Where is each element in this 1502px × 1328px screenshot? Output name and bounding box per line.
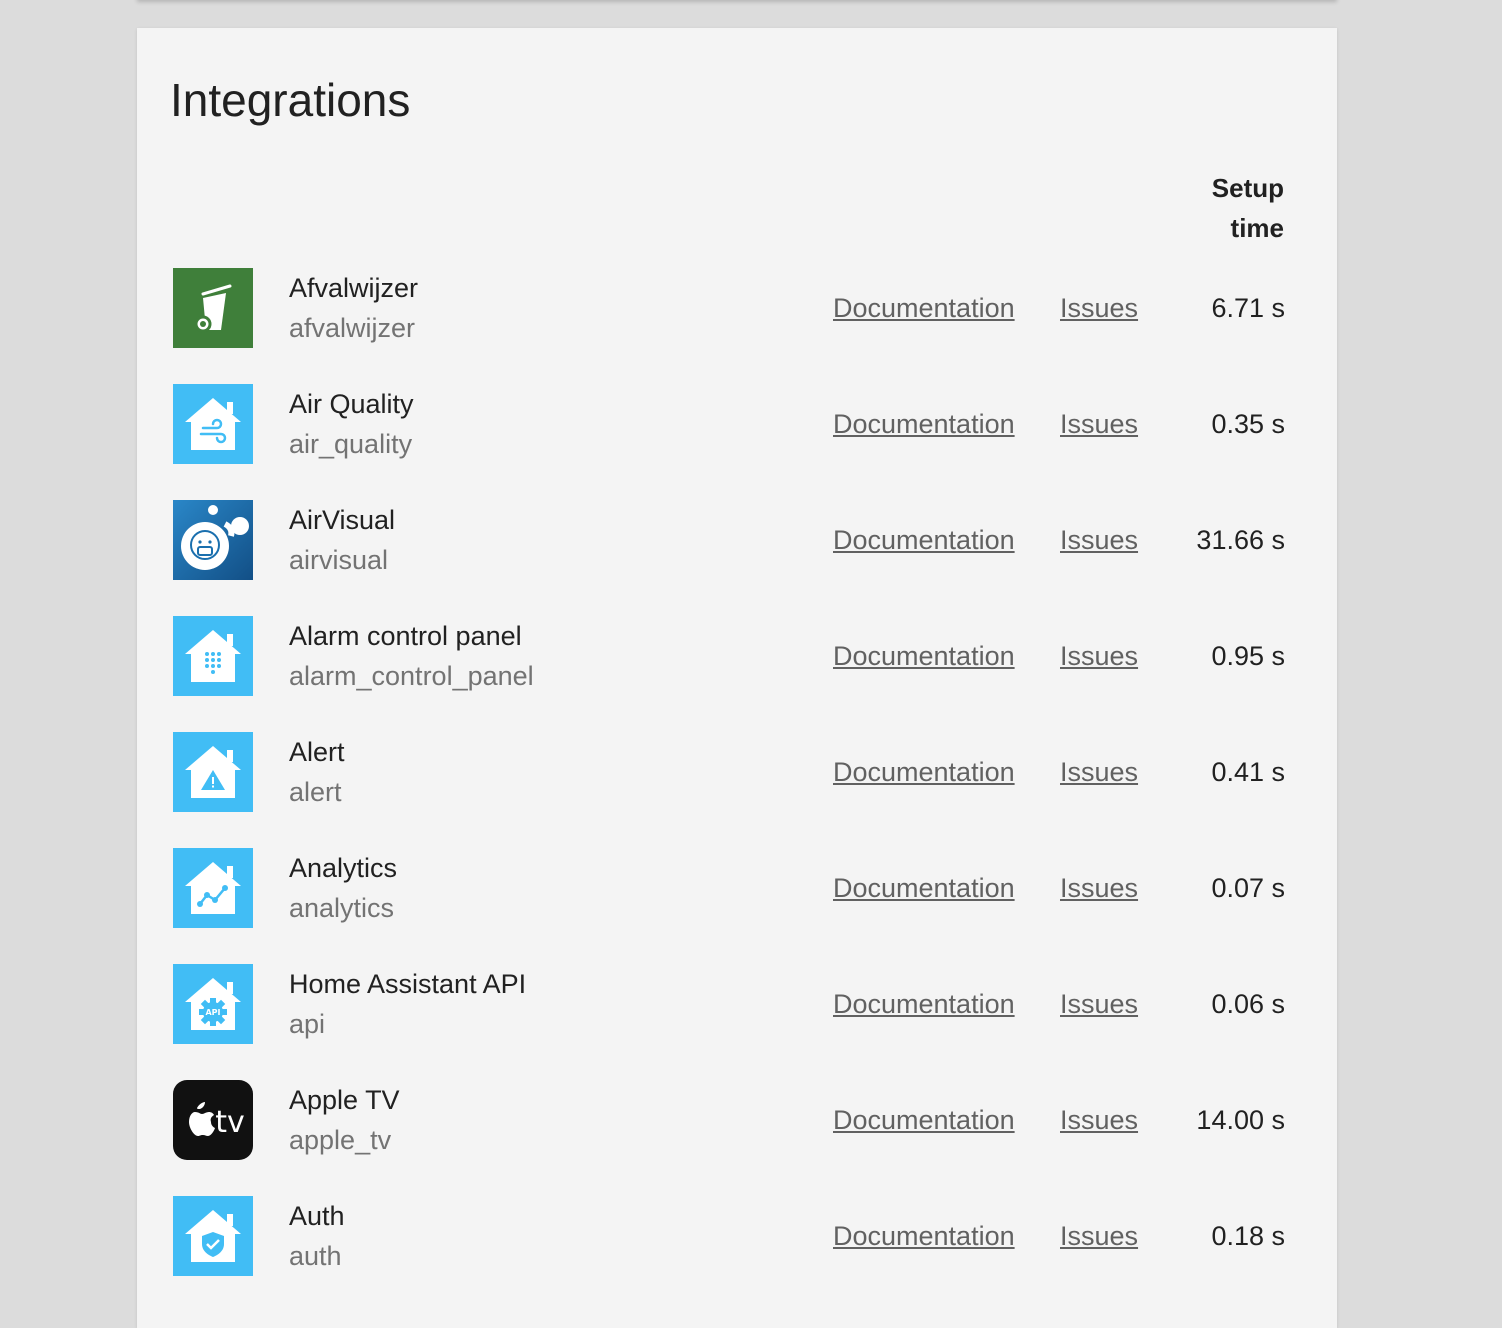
- integration-domain: alarm_control_panel: [289, 661, 534, 691]
- issues-link[interactable]: Issues: [1060, 1218, 1138, 1254]
- integration-row-alarm-control-panel: Alarm control panel alarm_control_panel …: [173, 616, 1301, 732]
- apple-tv-icon: tv: [173, 1080, 253, 1160]
- integration-domain: analytics: [289, 893, 395, 923]
- documentation-link[interactable]: Documentation: [833, 522, 1015, 558]
- documentation-link[interactable]: Documentation: [833, 754, 1015, 790]
- integration-domain: air_quality: [289, 429, 413, 459]
- integration-row-api: API Home Assistant API api Documentation…: [173, 964, 1301, 1080]
- issues-link[interactable]: Issues: [1060, 638, 1138, 674]
- integration-domain: airvisual: [289, 545, 389, 575]
- integration-domain: api: [289, 1009, 326, 1039]
- home-keypad-icon: [173, 616, 253, 696]
- integration-name: Air Quality: [289, 389, 414, 419]
- issues-link[interactable]: Issues: [1060, 754, 1138, 790]
- integration-row-apple-tv: tv Apple TV apple_tv Documentation Issue…: [173, 1080, 1301, 1196]
- home-alert-icon: [173, 732, 253, 812]
- home-shield-icon: [173, 1196, 253, 1276]
- integration-domain: afvalwijzer: [289, 313, 416, 343]
- issues-link[interactable]: Issues: [1060, 870, 1138, 906]
- integration-domain: auth: [289, 1241, 342, 1271]
- setup-time-value: 0.18 s: [1211, 1221, 1285, 1251]
- integration-row-air-quality: Air Quality air_quality Documentation Is…: [173, 384, 1301, 500]
- setup-time-value: 14.00 s: [1196, 1105, 1285, 1135]
- setup-time-header-line2: time: [1230, 213, 1284, 243]
- integration-name: Home Assistant API: [289, 969, 527, 999]
- integration-domain: alert: [289, 777, 342, 807]
- integration-name: AirVisual: [289, 505, 396, 535]
- card-title: Integrations: [170, 74, 411, 126]
- home-analytics-icon: [173, 848, 253, 928]
- setup-time-value: 0.07 s: [1211, 873, 1285, 903]
- setup-time-value: 0.35 s: [1211, 409, 1285, 439]
- integration-name: Apple TV: [289, 1085, 400, 1115]
- setup-time-header-line1: Setup: [1211, 173, 1284, 203]
- issues-link[interactable]: Issues: [1060, 1102, 1138, 1138]
- integration-name: Afvalwijzer: [289, 273, 419, 303]
- integration-name: Auth: [289, 1201, 345, 1231]
- setup-time-value: 6.71 s: [1211, 293, 1285, 323]
- documentation-link[interactable]: Documentation: [833, 638, 1015, 674]
- documentation-link[interactable]: Documentation: [833, 406, 1015, 442]
- home-api-icon: API: [173, 964, 253, 1044]
- issues-link[interactable]: Issues: [1060, 986, 1138, 1022]
- api-icon-label: API: [205, 1008, 220, 1017]
- home-air-quality-icon: [173, 384, 253, 464]
- integration-row-afvalwijzer: Afvalwijzer afvalwijzer Documentation Is…: [173, 268, 1301, 384]
- issues-link[interactable]: Issues: [1060, 406, 1138, 442]
- integration-name: Analytics: [289, 853, 398, 883]
- airvisual-mask-icon: [173, 500, 253, 580]
- setup-time-value: 0.06 s: [1211, 989, 1285, 1019]
- integration-name: Alert: [289, 737, 345, 767]
- setup-time-value: 0.95 s: [1211, 641, 1285, 671]
- documentation-link[interactable]: Documentation: [833, 870, 1015, 906]
- integration-name: Alarm control panel: [289, 621, 522, 651]
- issues-link[interactable]: Issues: [1060, 522, 1138, 558]
- integrations-list: Afvalwijzer afvalwijzer Documentation Is…: [173, 268, 1301, 1312]
- setup-time-header: Setup time: [1212, 168, 1284, 248]
- setup-time-value: 0.41 s: [1211, 757, 1285, 787]
- setup-time-value: 31.66 s: [1196, 525, 1285, 555]
- issues-link[interactable]: Issues: [1060, 290, 1138, 326]
- trash-bin-icon: [173, 268, 253, 348]
- integrations-card: Integrations Setup time Afvalwijzer afva…: [137, 28, 1337, 1328]
- integration-row-auth: Auth auth Documentation Issues 0.18 s: [173, 1196, 1301, 1312]
- integration-row-alert: Alert alert Documentation Issues 0.41 s: [173, 732, 1301, 848]
- documentation-link[interactable]: Documentation: [833, 290, 1015, 326]
- documentation-link[interactable]: Documentation: [833, 1102, 1015, 1138]
- integration-domain: apple_tv: [289, 1125, 392, 1155]
- documentation-link[interactable]: Documentation: [833, 986, 1015, 1022]
- apple-tv-icon-label: tv: [215, 1105, 245, 1140]
- integration-row-airvisual: AirVisual airvisual Documentation Issues…: [173, 500, 1301, 616]
- documentation-link[interactable]: Documentation: [833, 1218, 1015, 1254]
- integration-row-analytics: Analytics analytics Documentation Issues…: [173, 848, 1301, 964]
